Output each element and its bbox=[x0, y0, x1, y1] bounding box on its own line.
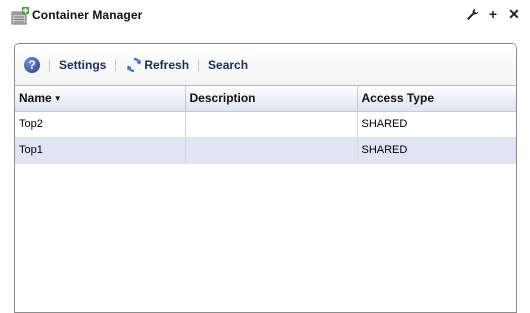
column-header-name[interactable]: Name ▼ bbox=[15, 86, 186, 112]
cell-description bbox=[185, 111, 358, 138]
table-header-row: Name ▼ Description Access Type bbox=[15, 86, 516, 112]
refresh-icon bbox=[127, 57, 142, 72]
cell-name: Top1 bbox=[15, 137, 186, 164]
cell-description bbox=[185, 137, 358, 164]
help-icon[interactable]: ? bbox=[24, 56, 40, 73]
container-table: Name ▼ Description Access Type Top2 SHARE… bbox=[15, 86, 516, 164]
column-header-label: Description bbox=[189, 91, 256, 106]
title-bar: Container Manager + ✕ bbox=[0, 0, 530, 34]
table-row[interactable]: Top2 SHARED bbox=[15, 111, 516, 138]
column-header-label: Name bbox=[19, 91, 52, 106]
column-header-label: Access Type bbox=[361, 91, 435, 106]
search-button[interactable]: Search bbox=[208, 58, 248, 72]
cell-access-type: SHARED bbox=[357, 111, 516, 138]
refresh-label: Refresh bbox=[144, 57, 190, 72]
container-panel: ? Settings Refresh Search Name ▼ Descript bbox=[14, 43, 517, 313]
wrench-icon[interactable] bbox=[465, 5, 479, 23]
container-manager-icon bbox=[11, 7, 29, 25]
sort-descending-icon: ▼ bbox=[53, 94, 62, 104]
cell-access-type: SHARED bbox=[357, 137, 516, 164]
column-header-access-type[interactable]: Access Type bbox=[357, 86, 516, 112]
toolbar: ? Settings Refresh Search bbox=[15, 44, 516, 86]
add-icon[interactable]: + bbox=[486, 5, 500, 23]
column-header-description[interactable]: Description bbox=[185, 86, 358, 112]
window-controls: + ✕ bbox=[465, 5, 521, 23]
cell-name: Top2 bbox=[15, 111, 186, 138]
toolbar-separator bbox=[198, 58, 200, 71]
refresh-button[interactable]: Refresh bbox=[125, 56, 189, 74]
table-row[interactable]: Top1 SHARED bbox=[15, 137, 516, 164]
toolbar-separator bbox=[115, 58, 117, 71]
toolbar-separator bbox=[49, 58, 50, 71]
window-title: Container Manager bbox=[32, 8, 143, 22]
close-icon[interactable]: ✕ bbox=[507, 5, 521, 23]
settings-button[interactable]: Settings bbox=[59, 58, 106, 72]
